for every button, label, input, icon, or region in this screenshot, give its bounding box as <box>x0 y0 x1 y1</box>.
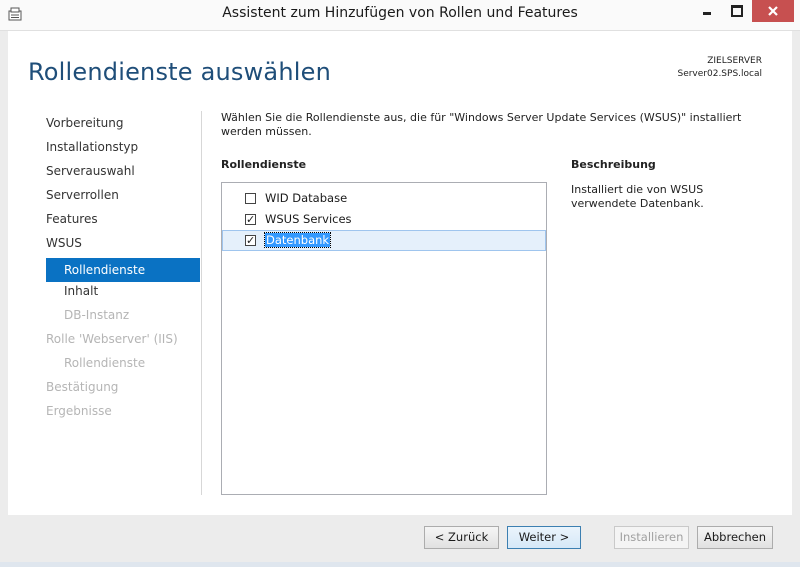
nav-item-rollendienste[interactable]: Rollendienste <box>46 258 200 282</box>
maximize-icon <box>731 4 743 17</box>
wizard-nav: Vorbereitung Installationstyp Serverausw… <box>46 114 200 426</box>
wizard-content: Rollendienste auswählen ZIELSERVER Serve… <box>8 31 792 515</box>
nav-item-features[interactable]: Features <box>46 210 200 234</box>
list-item-wid-database[interactable]: WID Database <box>222 188 546 209</box>
minimize-button[interactable] <box>692 0 722 22</box>
checkbox-icon[interactable] <box>245 193 256 204</box>
nav-item-db-instanz: DB-Instanz <box>64 308 130 322</box>
list-item-wsus-services[interactable]: ✓ WSUS Services <box>222 209 546 230</box>
nav-item-installationstyp[interactable]: Installationstyp <box>46 138 200 162</box>
next-button[interactable]: Weiter > <box>507 526 581 549</box>
nav-item-serverrollen[interactable]: Serverrollen <box>46 186 200 210</box>
page-title: Rollendienste auswählen <box>28 58 331 86</box>
role-services-list[interactable]: WID Database ✓ WSUS Services ✓ Datenbank <box>221 182 547 495</box>
cancel-button[interactable]: Abbrechen <box>697 526 773 549</box>
window-bottom-edge <box>0 562 800 567</box>
back-button[interactable]: < Zurück <box>424 526 499 549</box>
description-text: Installiert die von WSUS verwendete Date… <box>571 183 704 210</box>
wizard-footer: < Zurück Weiter > Installieren Abbrechen <box>8 515 792 562</box>
close-button[interactable] <box>752 0 794 22</box>
list-item-label: Datenbank <box>263 232 332 248</box>
close-icon <box>768 5 778 16</box>
target-server-name: Server02.SPS.local <box>677 69 762 79</box>
title-bar[interactable]: Assistent zum Hinzufügen von Rollen und … <box>0 0 800 31</box>
nav-item-inhalt[interactable]: Inhalt <box>46 282 200 306</box>
list-item-label: WSUS Services <box>265 212 352 226</box>
window-title: Assistent zum Hinzufügen von Rollen und … <box>222 5 578 21</box>
wizard-window: Assistent zum Hinzufügen von Rollen und … <box>0 0 800 567</box>
nav-item-serverauswahl[interactable]: Serverauswahl <box>46 162 200 186</box>
nav-item-bestaetigung: Bestätigung <box>46 380 119 394</box>
list-item-label: WID Database <box>265 191 348 205</box>
nav-item-wsus[interactable]: WSUS <box>46 234 200 258</box>
nav-item-webserver-iis: Rolle 'Webserver' (IIS) <box>46 332 178 346</box>
nav-item-vorbereitung[interactable]: Vorbereitung <box>46 114 200 138</box>
checkbox-icon[interactable]: ✓ <box>245 235 256 246</box>
intro-text: Wählen Sie die Rollendienste aus, die fü… <box>221 111 742 138</box>
services-header: Rollendienste <box>221 158 307 171</box>
nav-divider <box>201 111 202 495</box>
list-item-datenbank[interactable]: ✓ Datenbank <box>222 230 546 251</box>
nav-item-iis-rollendienste: Rollendienste <box>64 356 146 370</box>
checkbox-icon[interactable]: ✓ <box>245 214 256 225</box>
target-server-info: ZIELSERVER Server02.SPS.local <box>677 55 762 81</box>
minimize-icon <box>703 12 711 15</box>
target-server-label: ZIELSERVER <box>707 56 762 66</box>
install-button: Installieren <box>614 526 689 549</box>
description-header: Beschreibung <box>571 158 656 171</box>
nav-item-ergebnisse: Ergebnisse <box>46 404 112 418</box>
maximize-button[interactable] <box>722 0 752 22</box>
